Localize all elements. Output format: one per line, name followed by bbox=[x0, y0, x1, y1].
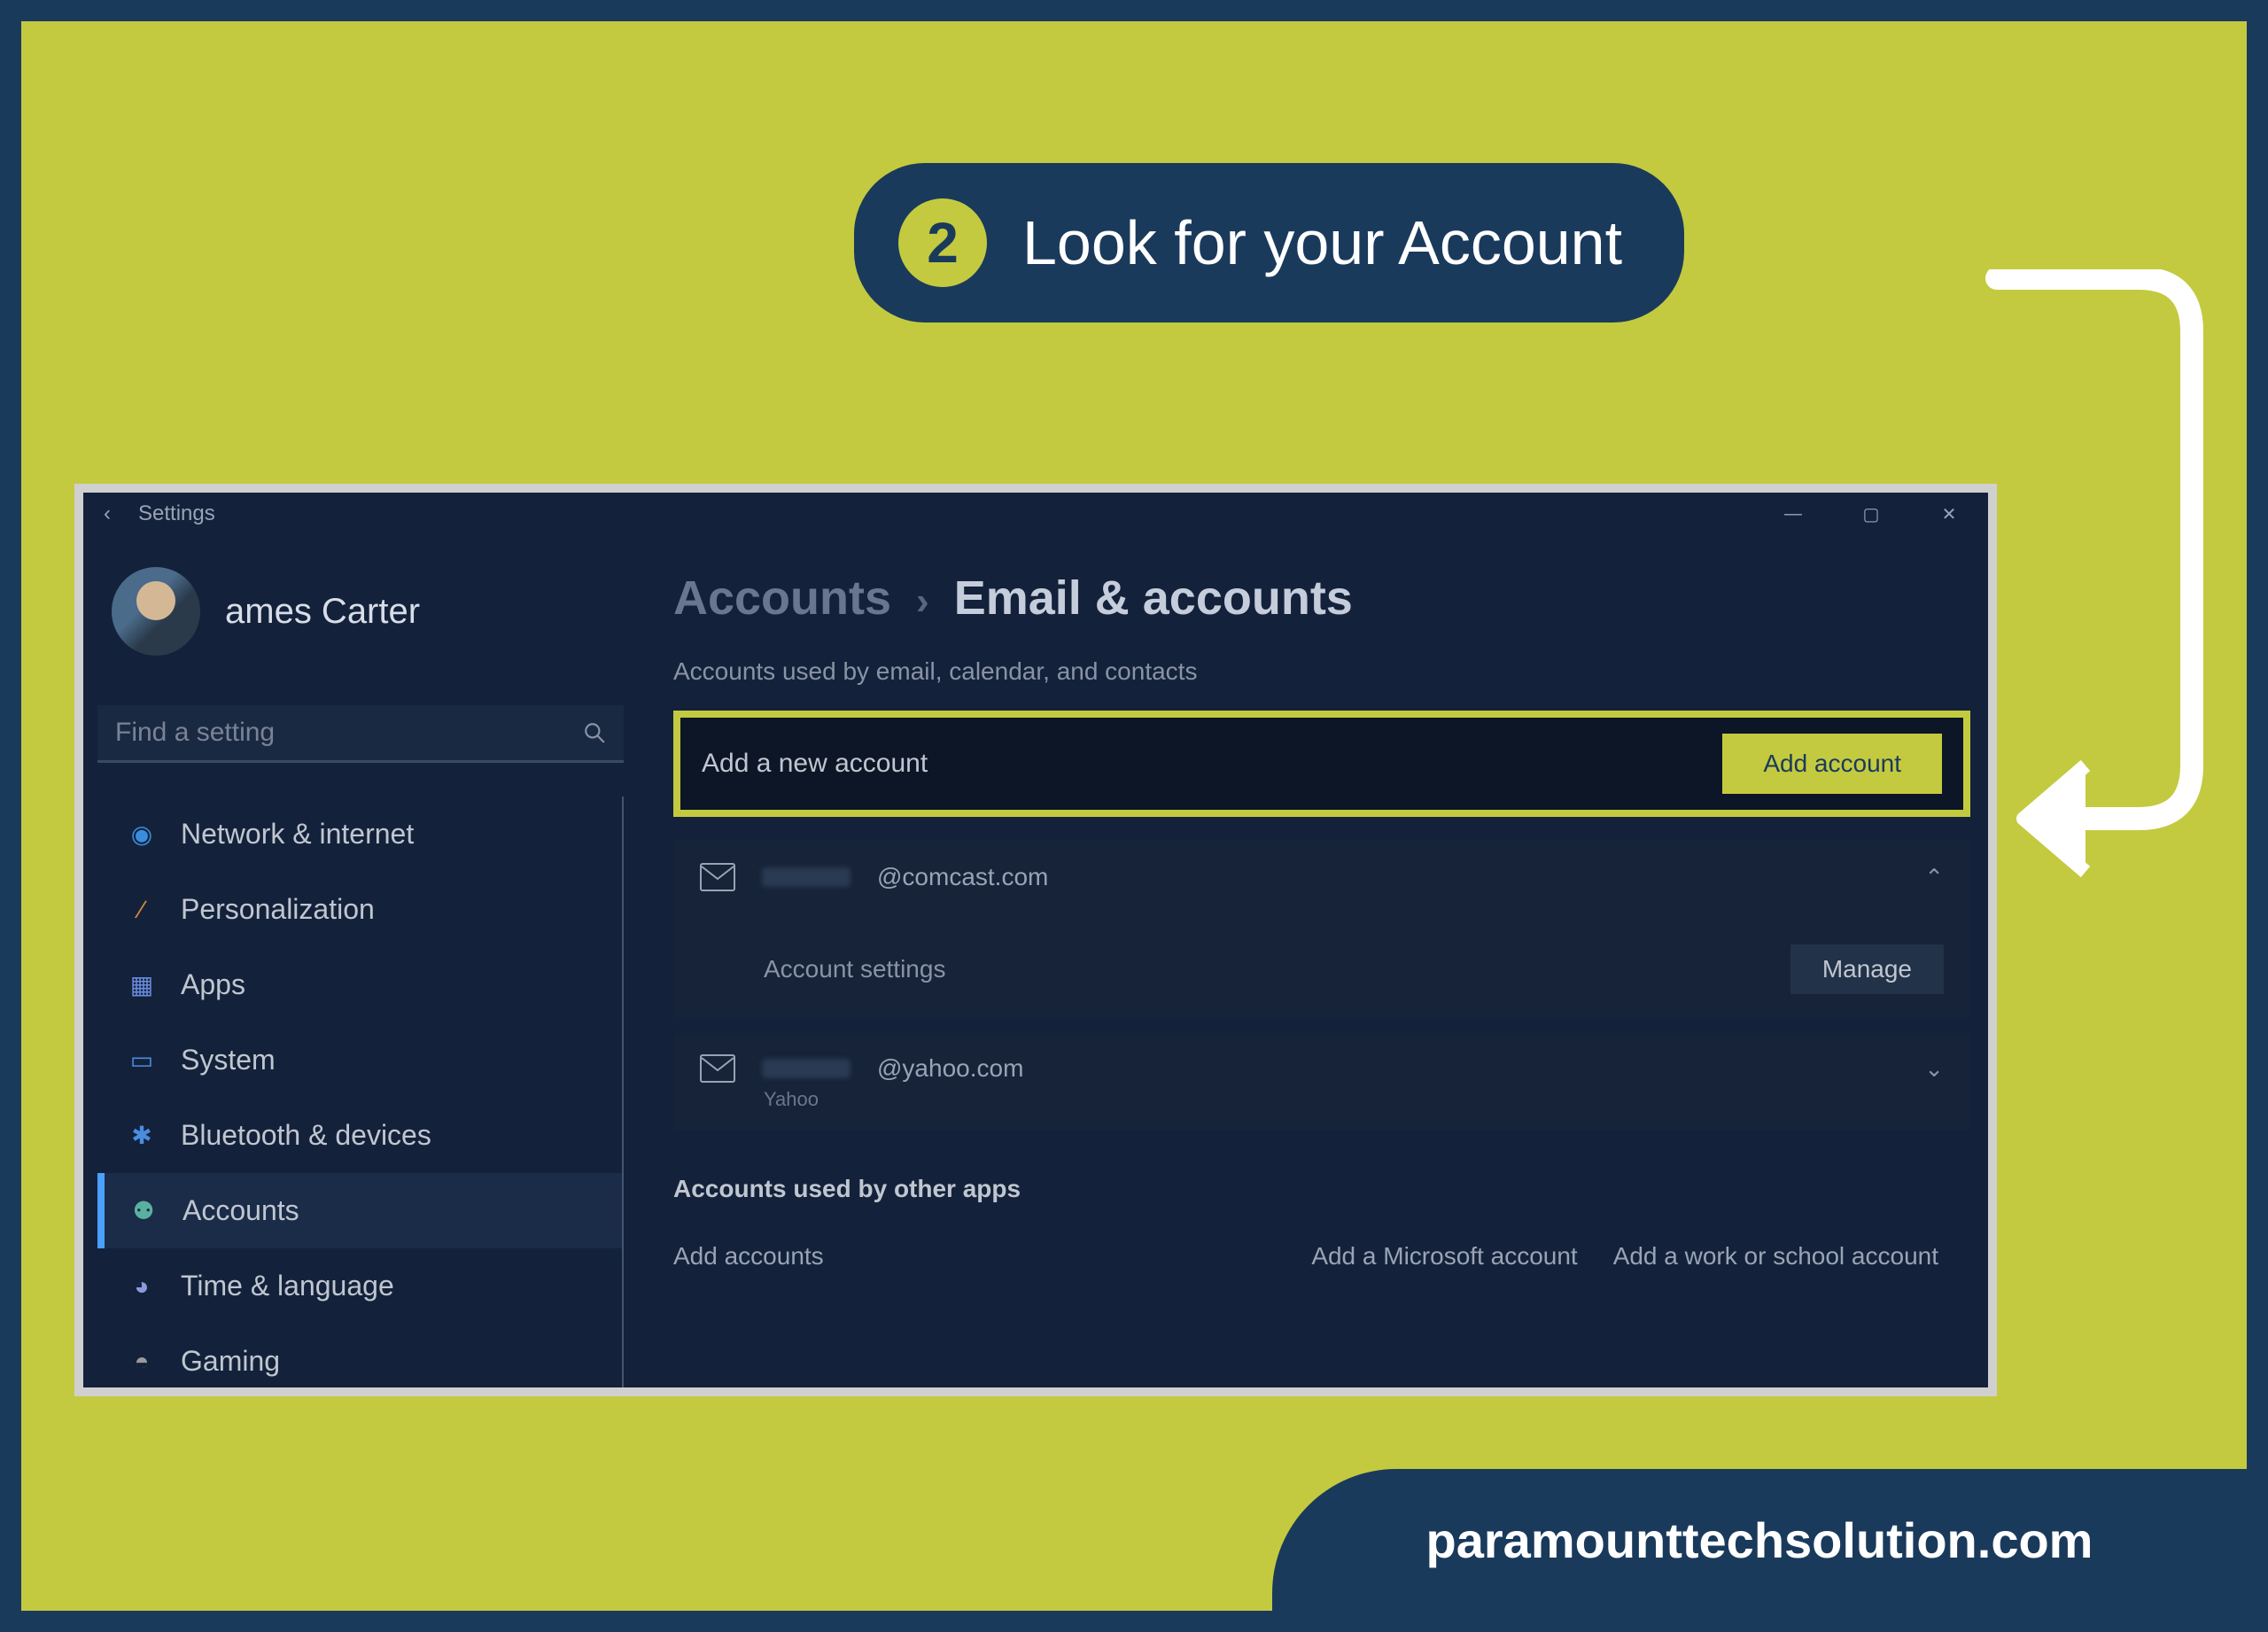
account-item-1[interactable]: @comcast.com ⌃ Account settings Manage bbox=[673, 840, 1970, 1017]
sidebar-item-network[interactable]: ◉ Network & internet bbox=[97, 797, 622, 872]
add-work-school-link[interactable]: Add a work or school account bbox=[1613, 1242, 1938, 1271]
main-panel: Accounts › Email & accounts Accounts use… bbox=[638, 535, 1988, 1387]
breadcrumb-separator: › bbox=[916, 579, 929, 624]
section-label-other: Accounts used by other apps bbox=[673, 1175, 1970, 1203]
apps-icon: ▦ bbox=[128, 971, 156, 999]
globe-icon: ◕ bbox=[128, 1272, 156, 1301]
sidebar-item-label: Personalization bbox=[181, 893, 375, 926]
search-input[interactable] bbox=[115, 718, 583, 748]
instruction-frame: 2 Look for your Account ‹ Settings — ▢ ✕… bbox=[0, 0, 2268, 1632]
sidebar-item-accounts[interactable]: ⚉ Accounts bbox=[97, 1173, 622, 1248]
sidebar-item-system[interactable]: ▭ System bbox=[97, 1022, 622, 1098]
account-provider: Yahoo bbox=[764, 1088, 1944, 1111]
sidebar-item-label: Apps bbox=[181, 968, 245, 1001]
section-label-email: Accounts used by email, calendar, and co… bbox=[673, 657, 1970, 686]
titlebar: ‹ Settings — ▢ ✕ bbox=[83, 493, 1988, 535]
chevron-up-icon[interactable]: ⌃ bbox=[1924, 864, 1944, 891]
add-account-label: Add a new account bbox=[702, 749, 928, 779]
email-domain: @comcast.com bbox=[877, 863, 1048, 891]
add-accounts-label: Add accounts bbox=[673, 1242, 824, 1271]
close-button[interactable]: ✕ bbox=[1910, 494, 1988, 533]
sidebar-item-label: Accounts bbox=[183, 1194, 299, 1227]
sidebar-item-apps[interactable]: ▦ Apps bbox=[97, 947, 622, 1022]
profile-row[interactable]: ames Carter bbox=[97, 560, 624, 663]
sidebar-item-label: Bluetooth & devices bbox=[181, 1119, 431, 1152]
sidebar-item-label: Gaming bbox=[181, 1345, 280, 1378]
sidebar-item-label: System bbox=[181, 1044, 276, 1076]
minimize-button[interactable]: — bbox=[1754, 494, 1832, 533]
account-settings-label: Account settings bbox=[764, 955, 945, 983]
add-account-row: Add a new account Add account bbox=[673, 711, 1970, 817]
manage-button[interactable]: Manage bbox=[1790, 944, 1944, 994]
search-box[interactable] bbox=[97, 705, 624, 763]
wifi-icon: ◉ bbox=[128, 820, 156, 849]
email-redacted bbox=[762, 1059, 850, 1078]
sidebar-item-time[interactable]: ◕ Time & language bbox=[97, 1248, 622, 1324]
accounts-icon: ⚉ bbox=[129, 1197, 158, 1225]
sidebar: ames Carter ◉ Network & internet ∕ Perso… bbox=[83, 535, 638, 1387]
avatar bbox=[112, 567, 200, 656]
breadcrumb: Accounts › Email & accounts bbox=[673, 571, 1970, 626]
sidebar-item-gaming[interactable]: ◓ Gaming bbox=[97, 1324, 622, 1387]
window-title: Settings bbox=[138, 501, 215, 526]
mail-icon bbox=[700, 863, 735, 891]
window-controls: — ▢ ✕ bbox=[1754, 494, 1988, 533]
gaming-icon: ◓ bbox=[128, 1348, 156, 1376]
footer-brand-bar: paramounttechsolution.com bbox=[1272, 1469, 2247, 1611]
add-accounts-row: Add accounts Add a Microsoft account Add… bbox=[673, 1242, 1970, 1271]
sidebar-item-bluetooth[interactable]: ✱ Bluetooth & devices bbox=[97, 1098, 622, 1173]
add-microsoft-link[interactable]: Add a Microsoft account bbox=[1311, 1242, 1577, 1271]
settings-window: ‹ Settings — ▢ ✕ ames Carter bbox=[74, 484, 1997, 1396]
add-account-button[interactable]: Add account bbox=[1722, 734, 1942, 794]
step-title: Look for your Account bbox=[1022, 207, 1622, 278]
step-number-circle: 2 bbox=[898, 198, 987, 287]
breadcrumb-current: Email & accounts bbox=[954, 571, 1353, 626]
step-badge: 2 Look for your Account bbox=[854, 163, 1684, 323]
sidebar-item-label: Time & language bbox=[181, 1270, 394, 1302]
username: ames Carter bbox=[225, 592, 420, 632]
paint-icon: ∕ bbox=[128, 896, 156, 924]
sidebar-item-personalization[interactable]: ∕ Personalization bbox=[97, 872, 622, 947]
account-item-2[interactable]: @yahoo.com ⌄ Yahoo bbox=[673, 1035, 1970, 1131]
footer-brand-text: paramounttechsolution.com bbox=[1426, 1512, 2093, 1569]
back-button[interactable]: ‹ bbox=[94, 501, 120, 526]
system-icon: ▭ bbox=[128, 1046, 156, 1075]
nav-list: ◉ Network & internet ∕ Personalization ▦… bbox=[97, 797, 624, 1387]
bluetooth-icon: ✱ bbox=[128, 1122, 156, 1150]
breadcrumb-parent[interactable]: Accounts bbox=[673, 571, 891, 626]
mail-icon bbox=[700, 1054, 735, 1083]
email-domain: @yahoo.com bbox=[877, 1054, 1023, 1083]
sidebar-item-label: Network & internet bbox=[181, 818, 414, 851]
maximize-button[interactable]: ▢ bbox=[1832, 494, 1910, 533]
search-icon bbox=[583, 721, 606, 744]
email-redacted bbox=[762, 867, 850, 887]
chevron-down-icon[interactable]: ⌄ bbox=[1924, 1055, 1944, 1083]
